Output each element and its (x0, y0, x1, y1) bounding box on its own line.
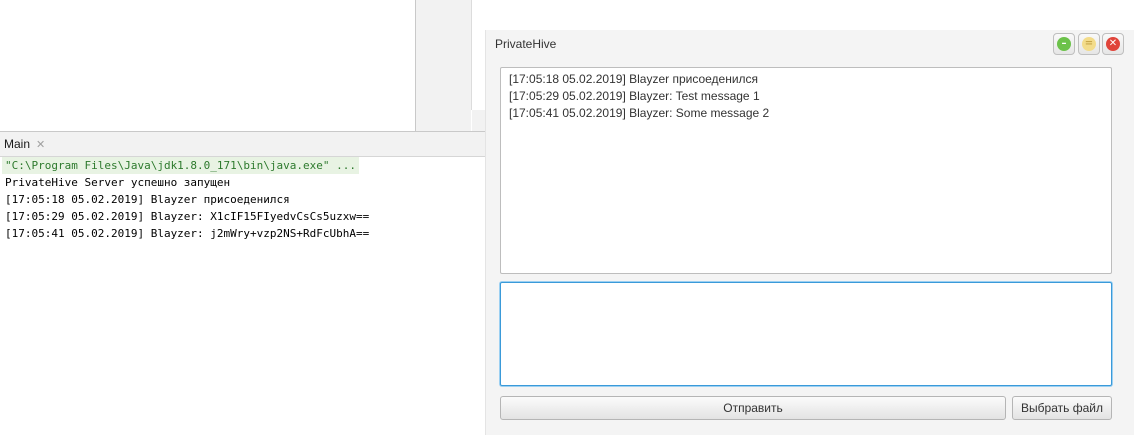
console-line: [17:05:41 05.02.2019] Blayzer: j2mWry+vz… (5, 227, 370, 240)
privatehive-window: PrivateHive – = ✕ [17:05:18 05.02.2019] … (485, 30, 1134, 435)
minimize-button[interactable]: – (1053, 33, 1075, 55)
run-tab-label: Main (4, 137, 31, 151)
message-history[interactable]: [17:05:18 05.02.2019] Blayzer присоедени… (500, 67, 1112, 274)
close-icon: ✕ (1106, 37, 1120, 51)
console-line[interactable]: "C:\Program Files\Java\jdk1.8.0_171\bin\… (2, 157, 359, 174)
console-line: [17:05:18 05.02.2019] Blayzer присоедени… (5, 193, 290, 206)
close-button[interactable]: ✕ (1102, 33, 1124, 55)
console-line: [17:05:29 05.02.2019] Blayzer: X1cIF15FI… (5, 210, 370, 223)
close-icon[interactable]: ✕ (36, 138, 45, 151)
run-console[interactable]: "C:\Program Files\Java\jdk1.8.0_171\bin\… (0, 157, 490, 435)
minimize-icon: – (1057, 37, 1071, 51)
pane-divider (471, 0, 472, 110)
choose-file-button[interactable]: Выбрать файл (1012, 396, 1112, 420)
run-tab-main[interactable]: Main ✕ (0, 132, 51, 156)
maximize-icon: = (1082, 37, 1096, 51)
send-button[interactable]: Отправить (500, 396, 1006, 420)
maximize-button[interactable]: = (1078, 33, 1100, 55)
editor-pane (0, 0, 415, 131)
message-item: [17:05:29 05.02.2019] Blayzer: Test mess… (509, 89, 760, 103)
editor-side-panel (416, 0, 471, 131)
message-input[interactable] (500, 282, 1112, 386)
message-item: [17:05:18 05.02.2019] Blayzer присоедени… (509, 72, 759, 86)
message-item: [17:05:41 05.02.2019] Blayzer: Some mess… (509, 106, 770, 120)
window-title: PrivateHive (495, 37, 557, 51)
console-line: PrivateHive Server успешно запущен (5, 176, 231, 189)
